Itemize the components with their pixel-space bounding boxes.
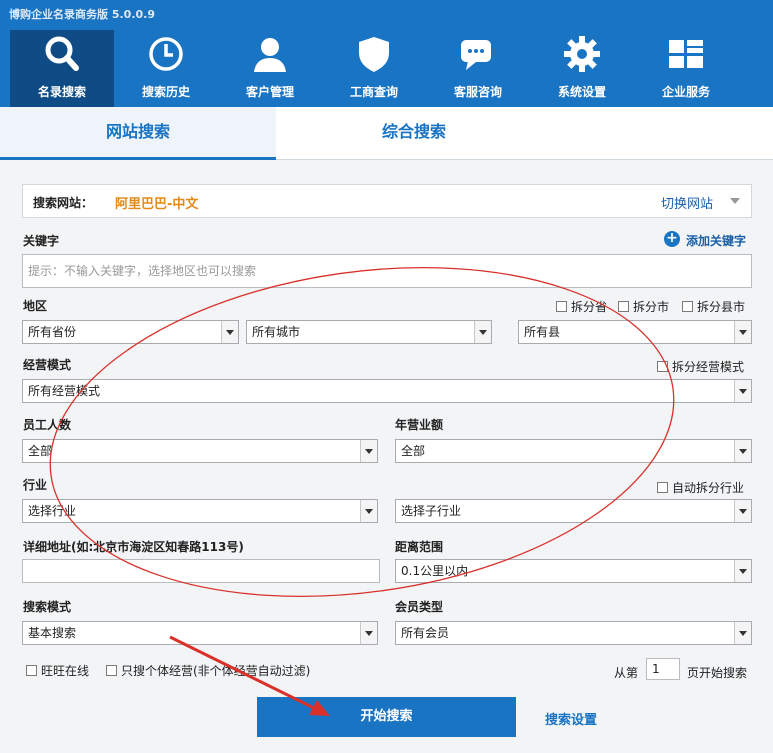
- search-site-value: 阿里巴巴-中文: [115, 197, 199, 212]
- wangwang-online-checkbox[interactable]: 旺旺在线: [26, 662, 89, 679]
- chevron-down-icon: [734, 500, 751, 522]
- start-page-prefix: 从第: [614, 666, 639, 680]
- header: 博购企业名录商务版 5.0.0.9 名录搜索 搜索历史 客户管理 工商查询 客服…: [0, 0, 773, 107]
- split-province-checkbox[interactable]: 拆分省: [556, 298, 607, 315]
- search-site-box: 搜索网站： 阿里巴巴-中文 切换网站: [22, 184, 752, 218]
- chevron-down-icon: [474, 321, 491, 343]
- app-title: 博购企业名录商务版 5.0.0.9: [9, 8, 155, 21]
- start-page-input[interactable]: 1: [646, 658, 680, 680]
- chevron-down-icon: [360, 622, 377, 644]
- address-input[interactable]: [22, 559, 380, 583]
- start-page-suffix: 页开始搜索: [687, 666, 748, 680]
- search-tabs: 网站搜索 综合搜索: [0, 107, 773, 160]
- nav-item-enterprise-service[interactable]: 企业服务: [634, 30, 738, 107]
- nav-item-system-settings[interactable]: 系统设置: [530, 30, 634, 107]
- switch-site-arrow-icon[interactable]: [730, 198, 740, 204]
- distance-label: 距离范围: [395, 540, 444, 554]
- distance-select[interactable]: 0.1公里以内: [395, 559, 752, 583]
- chat-icon: [461, 40, 491, 70]
- grid-icon: [669, 40, 703, 68]
- nav-item-directory-search[interactable]: 名录搜索: [10, 30, 114, 107]
- county-select[interactable]: 所有县: [518, 320, 752, 344]
- annual-revenue-label: 年营业额: [395, 418, 444, 432]
- member-type-select[interactable]: 所有会员: [395, 621, 752, 645]
- individual-only-checkbox[interactable]: 只搜个体经营(非个体经营自动过滤): [106, 662, 310, 679]
- chevron-down-icon: [734, 560, 751, 582]
- user-icon: [254, 38, 286, 72]
- main-nav: 名录搜索 搜索历史 客户管理 工商查询 客服咨询 系统设置 企业服务: [10, 30, 738, 107]
- region-label: 地区: [23, 299, 48, 313]
- nav-label: 客户管理: [245, 85, 294, 99]
- nav-label: 客服咨询: [453, 85, 502, 99]
- split-county-checkbox[interactable]: 拆分县市: [682, 298, 745, 315]
- nav-item-customer-management[interactable]: 客户管理: [218, 30, 322, 107]
- chevron-down-icon: [734, 321, 751, 343]
- annual-revenue-select[interactable]: 全部: [395, 439, 752, 463]
- nav-item-search-history[interactable]: 搜索历史: [114, 30, 218, 107]
- search-settings-link[interactable]: 搜索设置: [545, 709, 597, 728]
- nav-label: 系统设置: [557, 85, 606, 99]
- shield-icon: [359, 37, 389, 72]
- gear-icon: [564, 36, 600, 72]
- chevron-down-icon: [734, 622, 751, 644]
- sub-industry-select[interactable]: 选择子行业: [395, 499, 752, 523]
- search-mode-select[interactable]: 基本搜索: [22, 621, 378, 645]
- staff-count-label: 员工人数: [23, 418, 72, 432]
- chevron-down-icon: [734, 380, 751, 402]
- search-icon: [45, 36, 79, 71]
- tab-website-search[interactable]: 网站搜索: [0, 107, 276, 160]
- address-label: 详细地址(如:北京市海淀区知春路113号): [23, 540, 244, 554]
- nav-label: 搜索历史: [141, 85, 190, 99]
- keyword-label: 关键字: [23, 234, 60, 248]
- search-mode-label: 搜索模式: [23, 600, 72, 614]
- nav-label: 工商查询: [349, 85, 398, 99]
- split-business-mode-checkbox[interactable]: 拆分经营模式: [657, 358, 744, 375]
- city-select[interactable]: 所有城市: [246, 320, 492, 344]
- chevron-down-icon: [221, 321, 238, 343]
- nav-label: 名录搜索: [37, 85, 86, 99]
- province-select[interactable]: 所有省份: [22, 320, 239, 344]
- auto-split-industry-checkbox[interactable]: 自动拆分行业: [657, 479, 744, 496]
- chevron-down-icon: [734, 440, 751, 462]
- keyword-input[interactable]: 提示：不输入关键字，选择地区也可以搜索: [22, 254, 752, 288]
- add-keyword-link[interactable]: 添加关键字: [686, 232, 746, 249]
- clock-icon: [149, 37, 183, 71]
- nav-label: 企业服务: [661, 85, 710, 99]
- business-mode-select[interactable]: 所有经营模式: [22, 379, 752, 403]
- nav-item-customer-service[interactable]: 客服咨询: [426, 30, 530, 107]
- member-type-label: 会员类型: [395, 600, 444, 614]
- industry-select[interactable]: 选择行业: [22, 499, 378, 523]
- industry-label: 行业: [23, 478, 48, 492]
- split-city-checkbox[interactable]: 拆分市: [618, 298, 669, 315]
- start-search-button[interactable]: 开始搜索: [257, 697, 516, 737]
- add-icon[interactable]: +: [664, 231, 680, 247]
- business-mode-label: 经营模式: [23, 358, 72, 372]
- staff-count-select[interactable]: 全部: [22, 439, 378, 463]
- switch-site-link[interactable]: 切换网站: [661, 193, 713, 212]
- tab-combined-search[interactable]: 综合搜索: [276, 107, 552, 160]
- search-site-label: 搜索网站：: [33, 196, 94, 210]
- chevron-down-icon: [360, 500, 377, 522]
- nav-item-business-query[interactable]: 工商查询: [322, 30, 426, 107]
- chevron-down-icon: [360, 440, 377, 462]
